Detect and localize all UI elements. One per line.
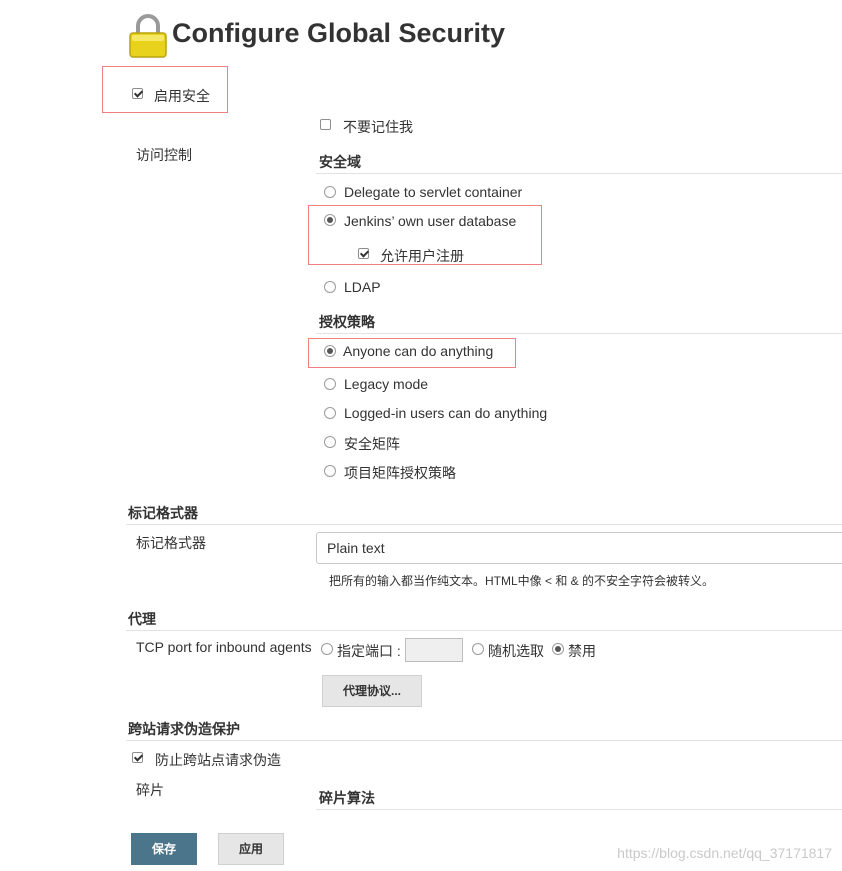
tcp-radio-disable[interactable] bbox=[552, 643, 564, 655]
realm-radio-servlet[interactable] bbox=[324, 186, 336, 198]
security-realm-heading: 安全域 bbox=[319, 154, 361, 170]
apply-button[interactable]: 应用 bbox=[218, 833, 284, 865]
tcp-option-random: 随机选取 bbox=[488, 643, 544, 659]
realm-radio-jenkins-db[interactable] bbox=[324, 214, 336, 226]
tcp-option-disable: 禁用 bbox=[568, 643, 596, 659]
agents-heading: 代理 bbox=[128, 611, 156, 627]
auth-option-legacy: Legacy mode bbox=[344, 376, 429, 392]
allow-signup-checkbox[interactable] bbox=[358, 248, 369, 259]
enable-security-checkbox[interactable] bbox=[132, 88, 143, 99]
markup-formatter-help: 把所有的输入都当作纯文本。HTML中像 < 和 & 的不安全字符会被转义。 bbox=[329, 574, 715, 588]
realm-option-ldap: LDAP bbox=[344, 279, 381, 295]
allow-signup-label: 允许用户注册 bbox=[380, 248, 464, 264]
markup-formatter-select[interactable]: Plain text bbox=[316, 532, 842, 564]
lock-icon bbox=[128, 14, 168, 58]
prevent-csrf-checkbox[interactable] bbox=[132, 752, 143, 763]
enable-security-label: 启用安全 bbox=[154, 88, 210, 104]
auth-radio-project-matrix[interactable] bbox=[324, 465, 336, 477]
auth-radio-legacy[interactable] bbox=[324, 378, 336, 390]
markup-formatter-label: 标记格式器 bbox=[136, 535, 206, 551]
markup-formatter-heading: 标记格式器 bbox=[128, 505, 198, 521]
divider bbox=[126, 740, 842, 741]
auth-radio-matrix[interactable] bbox=[324, 436, 336, 448]
auth-option-anyone: Anyone can do anything bbox=[343, 343, 494, 359]
remember-me-checkbox[interactable] bbox=[320, 119, 331, 130]
tcp-radio-random[interactable] bbox=[472, 643, 484, 655]
agent-protocols-button[interactable]: 代理协议... bbox=[322, 675, 422, 707]
tcp-option-fixed: 指定端口 : bbox=[337, 643, 401, 659]
divider bbox=[126, 524, 842, 525]
page-title: Configure Global Security bbox=[172, 18, 506, 48]
auth-option-matrix: 安全矩阵 bbox=[344, 436, 400, 452]
auth-option-project-matrix: 项目矩阵授权策略 bbox=[344, 465, 456, 481]
tcp-port-label: TCP port for inbound agents bbox=[136, 639, 312, 655]
divider bbox=[316, 809, 842, 810]
prevent-csrf-label: 防止跨站点请求伪造 bbox=[155, 752, 281, 768]
csrf-heading: 跨站请求伪造保护 bbox=[128, 721, 240, 737]
port-input[interactable] bbox=[405, 638, 463, 662]
markup-formatter-value: Plain text bbox=[327, 540, 385, 556]
auth-radio-anyone[interactable] bbox=[324, 345, 336, 357]
realm-option-servlet: Delegate to servlet container bbox=[344, 184, 523, 200]
access-control-label: 访问控制 bbox=[136, 147, 192, 163]
authorization-heading: 授权策略 bbox=[319, 314, 375, 330]
crumb-algorithm-heading: 碎片算法 bbox=[319, 790, 375, 806]
remember-me-label: 不要记住我 bbox=[343, 119, 413, 135]
auth-option-logged-in: Logged-in users can do anything bbox=[344, 405, 548, 421]
divider bbox=[126, 630, 842, 631]
watermark: https://blog.csdn.net/qq_37171817 bbox=[617, 845, 832, 861]
crumb-label: 碎片 bbox=[136, 782, 164, 798]
auth-radio-logged-in[interactable] bbox=[324, 407, 336, 419]
tcp-radio-fixed[interactable] bbox=[321, 643, 333, 655]
realm-radio-ldap[interactable] bbox=[324, 281, 336, 293]
realm-option-jenkins-db: Jenkins’ own user database bbox=[344, 213, 517, 229]
divider bbox=[316, 173, 842, 174]
divider bbox=[316, 333, 842, 334]
save-button[interactable]: 保存 bbox=[131, 833, 197, 865]
